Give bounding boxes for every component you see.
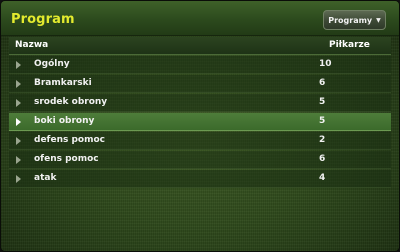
player-count: 4 [319, 173, 326, 183]
programy-dropdown-button[interactable]: Programy ▼ [323, 10, 386, 30]
triangle-right-icon[interactable] [16, 61, 21, 69]
table-row[interactable]: boki obrony 5 [9, 113, 391, 131]
table-row[interactable]: srodek obrony 5 [9, 94, 391, 112]
player-count: 2 [319, 135, 326, 145]
player-count: 6 [319, 78, 326, 88]
column-header-players[interactable]: Piłkarze [329, 40, 370, 50]
triangle-right-icon[interactable] [16, 118, 21, 126]
player-count: 10 [319, 59, 332, 69]
programy-button-label: Programy [328, 15, 373, 25]
player-count: 5 [319, 97, 326, 107]
triangle-right-icon[interactable] [16, 99, 21, 107]
panel-title: Program [11, 12, 75, 27]
triangle-right-icon[interactable] [16, 175, 21, 183]
table-header: Nazwa Piłkarze [9, 37, 391, 55]
program-name: Bramkarski [34, 78, 92, 88]
panel-header: Program Programy ▼ [1, 1, 399, 36]
triangle-right-icon[interactable] [16, 137, 21, 145]
table-row[interactable]: ofens pomoc 6 [9, 151, 391, 169]
player-count: 5 [319, 116, 326, 126]
program-name: Ogólny [34, 59, 70, 69]
caret-down-icon: ▼ [376, 16, 381, 24]
player-count: 6 [319, 154, 326, 164]
program-name: defens pomoc [34, 135, 105, 145]
program-name: boki obrony [34, 116, 95, 126]
program-name: srodek obrony [34, 97, 108, 107]
program-table: Nazwa Piłkarze Ogólny 10 Bramkarski 6 srodek… [9, 37, 391, 188]
table-row[interactable]: defens pomoc 2 [9, 132, 391, 150]
triangle-right-icon[interactable] [16, 156, 21, 164]
column-header-name[interactable]: Nazwa [15, 40, 48, 50]
triangle-right-icon[interactable] [16, 80, 21, 88]
table-row[interactable]: Bramkarski 6 [9, 75, 391, 93]
program-name: atak [34, 173, 57, 183]
program-name: ofens pomoc [34, 154, 99, 164]
program-panel: Program Programy ▼ Nazwa Piłkarze Ogólny… [0, 0, 400, 252]
table-row[interactable]: atak 4 [9, 170, 391, 188]
table-row[interactable]: Ogólny 10 [9, 56, 391, 74]
table-body: Ogólny 10 Bramkarski 6 srodek obrony 5 boki ob… [9, 56, 391, 188]
